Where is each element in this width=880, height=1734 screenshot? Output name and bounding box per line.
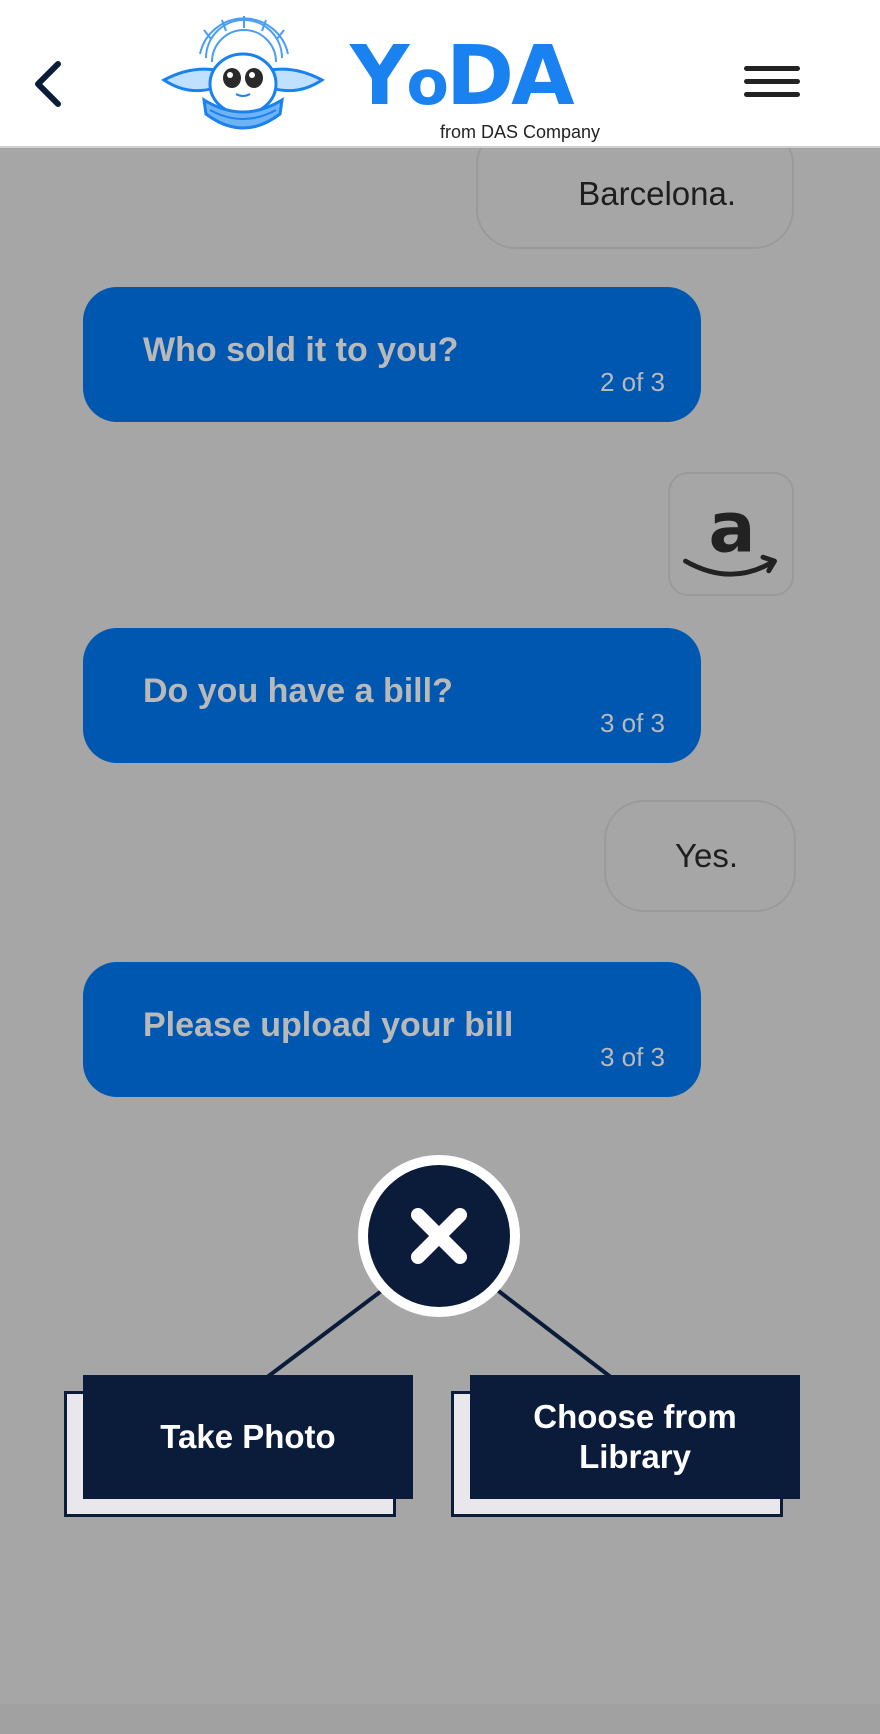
bot-question-text: Please upload your bill xyxy=(143,1006,514,1044)
app-header: YoDA from DAS Company xyxy=(0,0,880,148)
logo-letter-o: o xyxy=(406,46,449,119)
logo-letters-da: DA xyxy=(446,29,575,124)
user-message-text: Barcelona. xyxy=(578,175,736,212)
yoda-mascot-icon xyxy=(161,16,325,130)
amazon-logo-icon: a xyxy=(683,487,777,577)
yoda-logo: YoDA xyxy=(350,29,575,124)
close-icon xyxy=(411,1208,467,1264)
close-upload-button[interactable] xyxy=(358,1155,520,1317)
user-message-text: Yes. xyxy=(674,837,738,874)
user-message-image: a xyxy=(668,472,794,596)
user-message: Yes. xyxy=(604,800,796,912)
chevron-left-icon[interactable] xyxy=(30,56,70,112)
question-counter: 3 of 3 xyxy=(599,1042,665,1072)
bottom-safe-area xyxy=(0,1704,880,1734)
take-photo-button[interactable]: Take Photo xyxy=(83,1375,413,1499)
bot-question-text: Who sold it to you? xyxy=(143,331,459,369)
bot-message: Who sold it to you? 2 of 3 xyxy=(83,287,701,422)
choose-library-button[interactable]: Choose from Library xyxy=(470,1375,800,1499)
hamburger-menu-icon[interactable] xyxy=(740,58,804,106)
question-counter: 2 of 3 xyxy=(599,367,665,397)
close-button-inner xyxy=(368,1165,510,1307)
svg-text:a: a xyxy=(708,487,755,568)
bot-question-text: Do you have a bill? xyxy=(143,672,453,710)
logo-letter-y: Y xyxy=(350,29,409,124)
question-counter: 3 of 3 xyxy=(599,708,665,738)
logo-subtitle: from DAS Company xyxy=(440,122,601,142)
bot-message: Please upload your bill 3 of 3 xyxy=(83,962,701,1097)
bot-message: Do you have a bill? 3 of 3 xyxy=(83,628,701,763)
